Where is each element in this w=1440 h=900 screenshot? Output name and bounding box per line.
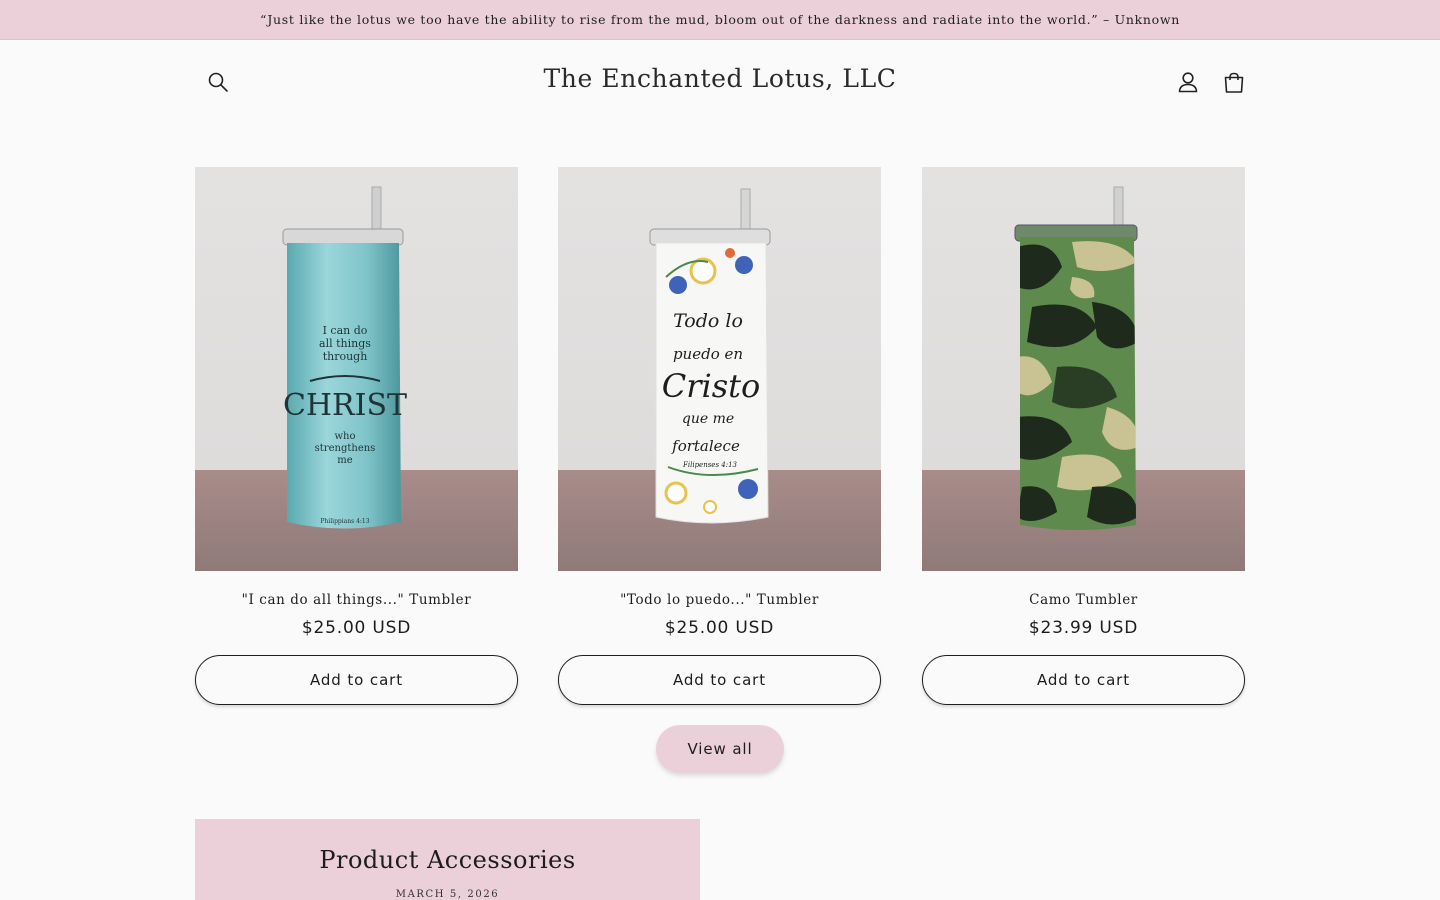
product-price: $23.99 USD bbox=[1028, 618, 1139, 638]
blog-post-card[interactable]: Product Accessories MARCH 5, 2026 bbox=[195, 819, 700, 900]
svg-text:que me: que me bbox=[682, 411, 734, 427]
tumbler-illustration: Todo lo puedo en Cristo que me fortalece… bbox=[649, 188, 771, 524]
svg-text:strengthens: strengthens bbox=[315, 443, 376, 454]
product-card: I can do all things through CHRIST who s… bbox=[195, 167, 518, 705]
account-icon bbox=[1178, 72, 1198, 93]
cart-button[interactable] bbox=[1219, 68, 1249, 98]
product-title[interactable]: "I can do all things..." Tumbler bbox=[195, 592, 518, 608]
product-image[interactable] bbox=[922, 167, 1245, 571]
blog-post-date: MARCH 5, 2026 bbox=[395, 889, 500, 900]
svg-text:puedo en: puedo en bbox=[673, 345, 743, 363]
add-to-cart-button[interactable]: Add to cart bbox=[558, 655, 881, 705]
site-header: The Enchanted Lotus, LLC bbox=[0, 40, 1440, 124]
svg-text:CHRIST: CHRIST bbox=[283, 388, 407, 423]
svg-text:Cristo: Cristo bbox=[662, 367, 761, 405]
svg-text:Philippians 4:13: Philippians 4:13 bbox=[320, 518, 369, 525]
cart-icon bbox=[1224, 72, 1244, 93]
account-button[interactable] bbox=[1174, 68, 1202, 96]
svg-text:me: me bbox=[337, 455, 352, 466]
svg-text:through: through bbox=[323, 350, 368, 363]
svg-text:Filipenses 4:13: Filipenses 4:13 bbox=[682, 461, 738, 469]
announcement-bar: “Just like the lotus we too have the abi… bbox=[0, 0, 1440, 40]
product-image[interactable]: Todo lo puedo en Cristo que me fortalece… bbox=[558, 167, 881, 571]
blog-post-title[interactable]: Product Accessories bbox=[195, 846, 700, 874]
add-to-cart-button[interactable]: Add to cart bbox=[195, 655, 518, 705]
product-title[interactable]: "Todo lo puedo..." Tumbler bbox=[558, 592, 881, 608]
announcement-text: “Just like the lotus we too have the abi… bbox=[259, 12, 1181, 27]
svg-text:Todo lo: Todo lo bbox=[673, 310, 743, 332]
product-price: $25.00 USD bbox=[664, 618, 775, 638]
tumbler-illustration: I can do all things through CHRIST who s… bbox=[282, 186, 407, 529]
product-card: Camo Tumbler $23.99 USD Add to cart bbox=[922, 167, 1245, 705]
product-grid: I can do all things through CHRIST who s… bbox=[195, 167, 1245, 707]
tumbler-illustration bbox=[1014, 186, 1138, 530]
svg-text:who: who bbox=[334, 431, 355, 442]
view-all-button[interactable]: View all bbox=[656, 725, 784, 773]
svg-text:all things: all things bbox=[319, 337, 371, 350]
svg-text:I can do: I can do bbox=[323, 324, 368, 337]
product-card: Todo lo puedo en Cristo que me fortalece… bbox=[558, 167, 881, 705]
camo-pattern bbox=[1020, 237, 1136, 530]
product-image[interactable]: I can do all things through CHRIST who s… bbox=[195, 167, 518, 571]
product-title[interactable]: Camo Tumbler bbox=[922, 592, 1245, 608]
product-price: $25.00 USD bbox=[301, 618, 412, 638]
add-to-cart-button[interactable]: Add to cart bbox=[922, 655, 1245, 705]
svg-text:fortalece: fortalece bbox=[671, 437, 740, 455]
